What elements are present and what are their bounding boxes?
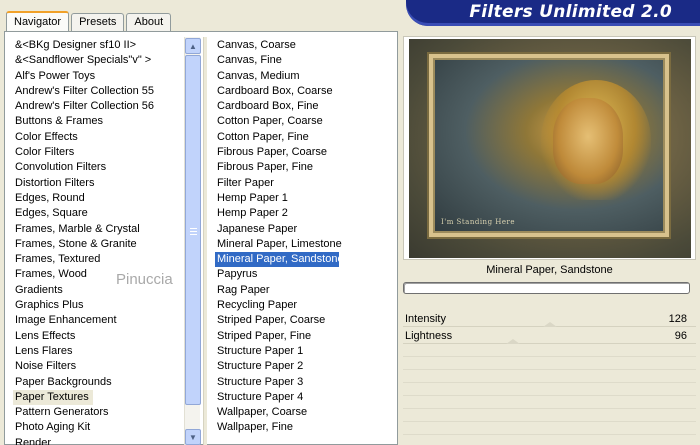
parameter-row-empty xyxy=(403,370,696,383)
filter-item[interactable]: Canvas, Coarse xyxy=(215,38,393,53)
category-item[interactable]: Frames, Stone & Granite xyxy=(13,237,181,252)
parameter-row-empty xyxy=(403,383,696,396)
scroll-thumb[interactable] xyxy=(185,55,201,405)
category-item[interactable]: Distortion Filters xyxy=(13,176,181,191)
parameter-row-empty xyxy=(403,409,696,422)
preview-frame: I'm Standing Here xyxy=(429,54,669,237)
preview-image-mark: I'm Standing Here xyxy=(441,218,516,226)
category-item[interactable]: Color Filters xyxy=(13,145,181,160)
filter-item[interactable]: Hemp Paper 1 xyxy=(215,191,393,206)
category-list: &<BKg Designer sf10 II> &<Sandflower Spec… xyxy=(13,38,181,445)
filter-item[interactable]: Canvas, Fine xyxy=(215,53,393,68)
filter-item[interactable]: Cardboard Box, Fine xyxy=(215,99,393,114)
preview-image[interactable]: I'm Standing Here xyxy=(409,39,691,258)
parameter-value: 96 xyxy=(674,330,687,342)
filter-item[interactable]: Filter Paper xyxy=(215,176,393,191)
filter-item[interactable]: Structure Paper 4 xyxy=(215,390,393,405)
filter-item[interactable]: Cardboard Box, Coarse xyxy=(215,84,393,99)
category-item[interactable]: Color Effects xyxy=(13,130,181,145)
filter-item[interactable]: Wallpaper, Fine xyxy=(215,420,393,435)
category-scrollbar[interactable]: ▲ ▼ xyxy=(184,37,201,445)
category-item[interactable]: Lens Effects xyxy=(13,329,181,344)
parameter-row-intensity[interactable]: Intensity 128 xyxy=(403,310,696,327)
filter-item[interactable]: Wallpaper, Coarse xyxy=(215,405,393,420)
filter-item[interactable]: Fibrous Paper, Fine xyxy=(215,160,393,175)
parameter-label: Lightness xyxy=(405,330,453,342)
parameter-panel: Intensity 128 Lightness 96 xyxy=(403,310,696,445)
filter-item[interactable]: Striped Paper, Coarse xyxy=(215,313,393,328)
filter-item[interactable]: Canvas, Medium xyxy=(215,69,393,84)
current-filter-label: Mineral Paper, Sandstone xyxy=(486,264,613,276)
parameter-value: 128 xyxy=(668,313,687,325)
list-divider[interactable] xyxy=(203,37,207,445)
filter-item[interactable]: Cotton Paper, Coarse xyxy=(215,114,393,129)
parameter-label: Intensity xyxy=(405,313,446,325)
filter-item[interactable]: Hemp Paper 2 xyxy=(215,206,393,221)
category-item[interactable]: Edges, Square xyxy=(13,206,181,221)
category-item[interactable]: Buttons & Frames xyxy=(13,114,181,129)
filter-item[interactable]: Structure Paper 3 xyxy=(215,375,393,390)
grip-icon xyxy=(190,228,197,235)
parameter-row-lightness[interactable]: Lightness 96 xyxy=(403,327,696,344)
parameter-row-empty xyxy=(403,344,696,357)
arrow-up-icon: ▲ xyxy=(189,41,197,51)
parameter-row-empty xyxy=(403,422,696,435)
category-item[interactable]: Photo Aging Kit xyxy=(13,420,181,435)
category-item[interactable]: &<BKg Designer sf10 II> xyxy=(13,38,181,53)
filter-item[interactable]: Structure Paper 2 xyxy=(215,359,393,374)
filter-item[interactable]: Mineral Paper, Limestone xyxy=(215,237,393,252)
category-item[interactable]: Convolution Filters xyxy=(13,160,181,175)
filter-item[interactable]: Rag Paper xyxy=(215,283,393,298)
category-item[interactable]: Render xyxy=(13,436,181,445)
filter-item[interactable]: Papyrus xyxy=(215,267,393,282)
tab-about[interactable]: About xyxy=(126,13,172,31)
category-item[interactable]: Alf's Power Toys xyxy=(13,69,181,84)
tab-presets[interactable]: Presets xyxy=(71,13,125,31)
watermark-text: Pinuccia xyxy=(116,271,173,288)
parameter-row-empty xyxy=(403,396,696,409)
filter-item[interactable]: Striped Paper, Fine xyxy=(215,329,393,344)
slider-marker[interactable] xyxy=(506,339,521,344)
scroll-down-button[interactable]: ▼ xyxy=(185,429,201,445)
category-item[interactable]: Paper Backgrounds xyxy=(13,375,181,390)
category-item[interactable]: Noise Filters xyxy=(13,359,181,374)
filter-item[interactable]: Recycling Paper xyxy=(215,298,393,313)
filter-item[interactable]: Structure Paper 1 xyxy=(215,344,393,359)
category-item[interactable]: Graphics Plus xyxy=(13,298,181,313)
tab-bar: Navigator Presets About xyxy=(6,11,173,31)
app-title: Filters Unlimited 2.0 xyxy=(469,2,672,22)
progress-bar xyxy=(403,282,690,294)
category-item[interactable]: Frames, Textured xyxy=(13,252,181,267)
scroll-up-button[interactable]: ▲ xyxy=(185,38,201,54)
category-item[interactable]: Paper Textures xyxy=(13,389,93,406)
category-item[interactable]: &<Sandflower Specials"v" > xyxy=(13,53,181,68)
filter-item[interactable]: Fibrous Paper, Coarse xyxy=(215,145,393,160)
app-title-banner: Filters Unlimited 2.0 xyxy=(406,0,700,26)
category-item[interactable]: Frames, Marble & Crystal xyxy=(13,222,181,237)
filter-list: Canvas, Coarse Canvas, Fine Canvas, Medium… xyxy=(215,38,393,436)
category-item[interactable]: Pattern Generators xyxy=(13,405,181,420)
filter-item[interactable]: Cotton Paper, Fine xyxy=(215,130,393,145)
category-item[interactable]: Lens Flares xyxy=(13,344,181,359)
tab-navigator[interactable]: Navigator xyxy=(6,11,70,31)
category-item[interactable]: Andrew's Filter Collection 55 xyxy=(13,84,181,99)
parameter-row-empty xyxy=(403,435,696,445)
category-item[interactable]: Image Enhancement xyxy=(13,313,181,328)
filter-item[interactable]: Japanese Paper xyxy=(215,222,393,237)
filter-item[interactable]: Mineral Paper, Sandstone xyxy=(215,252,344,268)
category-item[interactable]: Andrew's Filter Collection 56 xyxy=(13,99,181,114)
preview-figure-face xyxy=(553,98,623,184)
category-item[interactable]: Edges, Round xyxy=(13,191,181,206)
arrow-down-icon: ▼ xyxy=(189,432,197,442)
preview-box: I'm Standing Here xyxy=(403,36,696,260)
parameter-row-empty xyxy=(403,357,696,370)
